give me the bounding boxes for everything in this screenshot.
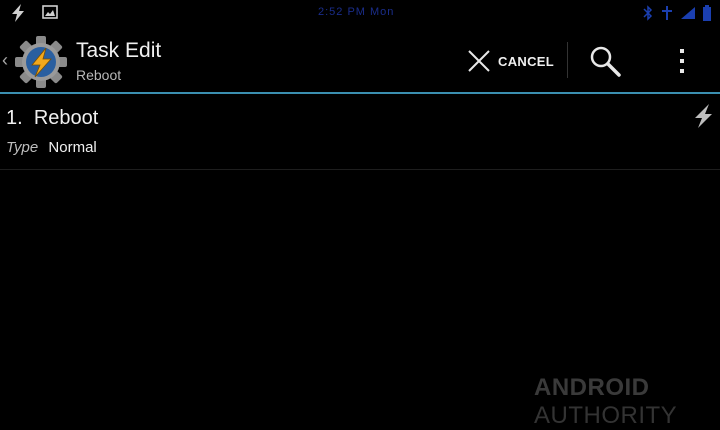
list-divider <box>0 169 720 170</box>
overflow-menu-icon[interactable] <box>670 44 694 78</box>
actionbar-divider <box>567 42 568 78</box>
search-icon[interactable] <box>588 44 622 78</box>
wifi-icon <box>681 7 695 19</box>
cancel-label: CANCEL <box>498 53 554 69</box>
watermark: ANDROID AUTHORITY <box>534 374 720 430</box>
actionbar-accent-line <box>0 92 720 94</box>
status-bar: 2:52 PM Mon <box>0 0 720 28</box>
action-number: 1. <box>6 107 23 129</box>
signal-icon <box>662 6 672 20</box>
action-type: Type Normal <box>6 139 97 156</box>
bluetooth-icon <box>643 5 653 21</box>
action-list-item[interactable] <box>0 96 720 168</box>
action-title: 1. Reboot <box>6 107 98 130</box>
page-title: Task Edit <box>76 39 162 62</box>
action-name: Reboot <box>33 107 99 129</box>
lightning-bolt-icon <box>695 104 712 128</box>
battery-icon <box>703 5 711 21</box>
watermark-bold: ANDROID <box>534 374 650 401</box>
up-caret-icon[interactable]: ‹ <box>2 50 8 71</box>
close-icon <box>468 50 490 72</box>
image-icon <box>42 5 58 19</box>
cancel-button[interactable]: CANCEL <box>466 44 554 78</box>
status-clock: 2:52 PM Mon <box>318 6 395 18</box>
action-type-value: Normal <box>48 139 97 156</box>
action-type-key: Type <box>6 139 39 156</box>
tasker-app-icon[interactable] <box>14 35 68 89</box>
page-subtitle: Reboot <box>76 67 122 83</box>
tasker-bolt-icon <box>12 4 24 22</box>
watermark-light: AUTHORITY <box>534 402 678 429</box>
